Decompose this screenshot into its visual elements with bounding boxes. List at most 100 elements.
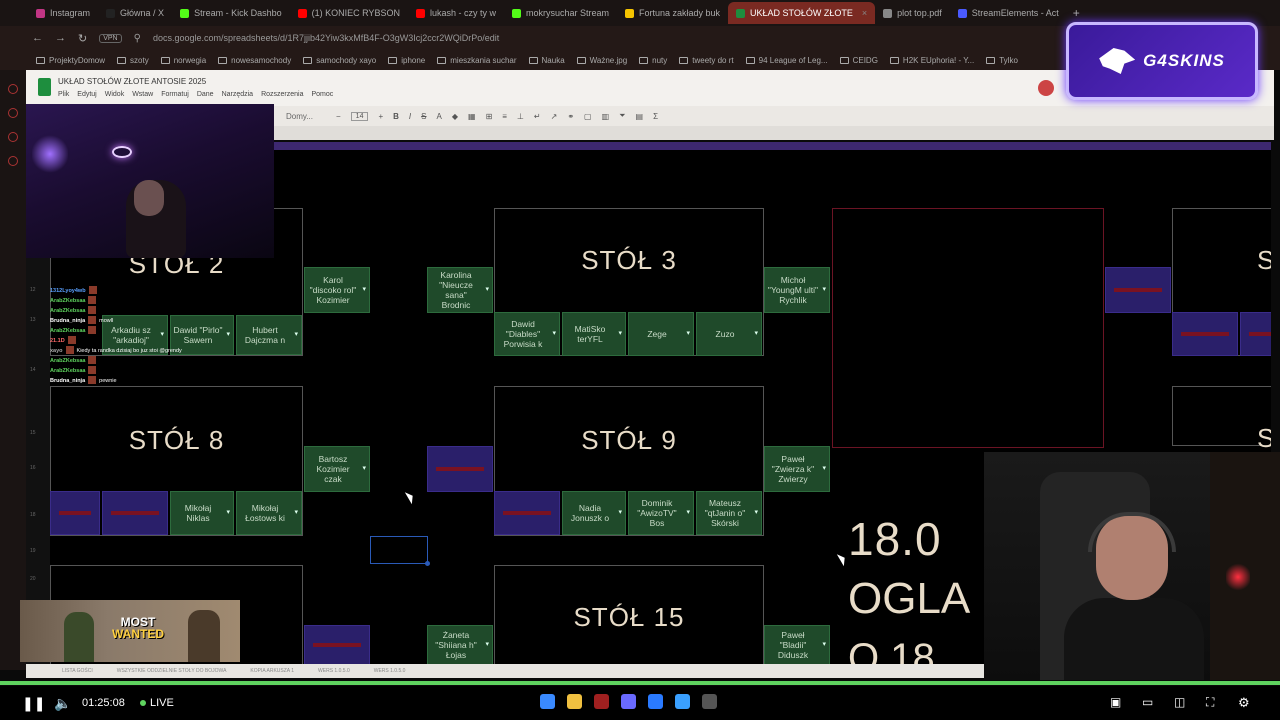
avatar[interactable] [1038,80,1054,96]
fullscreen-icon[interactable]: ⛶ [1206,695,1214,710]
browser-tab[interactable]: StreamElements - Act [950,2,1067,24]
empty-slot[interactable] [1105,267,1171,313]
bookmark[interactable]: Tylko [986,56,1018,65]
bookmark[interactable]: samochody xayo [303,56,376,65]
fill-color-icon[interactable]: ◆ [452,112,458,121]
browser-tab[interactable]: UKŁAD STOŁÓW ZŁOTE × [728,2,876,24]
browser-tab[interactable]: Instagram [28,2,98,24]
file-explorer-icon[interactable] [567,694,582,709]
filter-icon[interactable]: ⏷ [619,111,625,121]
sidebar-icon[interactable] [8,132,18,142]
bookmark[interactable]: tweety do rt [679,56,734,65]
chat-username[interactable]: xayo [50,346,63,356]
sheet-tab[interactable]: WERS 1.0.5.0 [318,668,350,674]
chat-username[interactable]: ArabZKebsaa [50,306,85,316]
player-chip[interactable]: Zuzo [696,312,762,356]
new-tab-icon[interactable]: + [1067,6,1086,20]
player-chip[interactable]: Zege [628,312,694,356]
browser-tab[interactable]: (1) KONIEC RYBSON [290,2,408,24]
app-icon[interactable] [648,694,663,709]
decrease-font-icon[interactable]: − [336,112,341,121]
browser-tab[interactable]: Stream - Kick Dashbo [172,2,290,24]
player-chip[interactable]: Żaneta "Shiiana h" Łojas [427,625,493,665]
menu-item[interactable]: Wstaw [132,91,153,98]
settings-gear-icon[interactable]: ⚙ [1238,695,1250,711]
windows-start-icon[interactable] [540,694,555,709]
bookmark[interactable]: nowesamochody [218,56,291,65]
empty-slot[interactable] [1240,312,1271,356]
player-chip[interactable]: Dominik "AwizoTV" Bos [628,491,694,535]
bookmark[interactable]: szoty [117,56,149,65]
url-field[interactable]: docs.google.com/spreadsheets/d/1R7jjib42… [153,33,499,43]
back-icon[interactable]: ← [32,32,43,44]
document-title[interactable]: UKŁAD STOŁÓW ZŁOTE ANTOSIE 2025 [58,77,206,86]
chat-username[interactable]: ArabZKebsaa [50,296,85,306]
sheets-logo-icon[interactable] [38,78,51,96]
chat-username[interactable]: Brudna_ninja [50,316,85,326]
align-icon[interactable]: ≡ [502,112,507,121]
browser-tab[interactable]: mokrysuchar Stream [504,2,617,24]
functions-icon[interactable]: Σ [653,112,658,121]
empty-slot[interactable] [102,491,168,535]
sheet-tab[interactable]: WERS 1.0.5.0 [374,668,406,674]
browser-tab[interactable]: lukash - czy ty w [408,2,504,24]
menu-item[interactable]: Formatuj [161,91,189,98]
sheet-tab[interactable]: LISTA GOŚCI [62,668,93,674]
menu-item[interactable]: Pomoc [312,91,334,98]
chat-username[interactable]: ArabZKebsaa [50,326,85,336]
chat-username[interactable]: 1312Lyoy4wb [50,286,86,296]
pause-icon[interactable]: ❚❚ [22,695,45,712]
rotate-icon[interactable]: ↗ [551,112,558,121]
sidebar-icon[interactable] [8,108,18,118]
bookmark[interactable]: Nauka [528,56,565,65]
player-chip[interactable]: Mikołaj Łostows ki [236,491,302,535]
comment-icon[interactable]: ▢ [584,112,592,121]
app-icon[interactable] [594,694,609,709]
player-chip[interactable]: Mateusz "qtJanin o" Skórski [696,491,762,535]
chat-username[interactable]: ArabZKebsaa [50,356,85,366]
text-color-icon[interactable]: A [437,112,442,121]
player-chip[interactable]: Dawid "Diables" Porwisia k [494,312,560,356]
sidebar-icon[interactable] [8,84,18,94]
merge-icon[interactable]: ⊞ [486,112,493,121]
chat-username[interactable]: 21.1D [50,336,65,346]
menu-item[interactable]: Rozszerzenia [261,91,303,98]
sheet-tab[interactable]: KOPIA ARKUSZA 1 [250,668,294,674]
link-icon[interactable]: ⚭ [567,112,574,121]
selected-cell[interactable] [370,536,430,566]
chat-username[interactable]: Brudna_ninja [50,376,85,386]
player-chip[interactable]: Michoł "YoungM ulti" Rychlik [764,267,830,313]
empty-slot[interactable] [304,625,370,665]
stream-progress-bar[interactable] [0,681,1280,685]
site-info-icon[interactable]: ⚲ [134,33,141,44]
player-chip[interactable]: MatiSko terYFL [562,312,626,356]
clip-icon[interactable]: ▣ [1110,695,1121,709]
menu-item[interactable]: Edytuj [77,91,96,98]
bookmark[interactable]: Ważne.jpg [576,56,627,65]
bookmark[interactable]: ProjektyDomow [36,56,105,65]
player-chip[interactable]: Nadia Jonuszk o [562,491,626,535]
chart-icon[interactable]: ▥ [602,112,610,121]
forward-icon[interactable]: → [55,32,66,44]
bookmark[interactable]: H2K EUphoria! - Y... [889,56,974,65]
empty-slot[interactable] [50,491,100,535]
miniplayer-icon[interactable]: ◫ [1174,695,1185,709]
menu-item[interactable]: Dane [197,91,214,98]
bookmark[interactable]: iphone [388,56,425,65]
volume-icon[interactable]: 🔈 [54,695,71,712]
reload-icon[interactable]: ↻ [78,32,87,45]
increase-font-icon[interactable]: + [378,112,383,121]
close-tab-icon[interactable]: × [862,8,867,18]
borders-icon[interactable]: ▦ [468,112,476,121]
valign-icon[interactable]: ⊥ [517,112,524,121]
player-chip[interactable]: Bartosz Kozimier czak [304,446,370,492]
wrap-icon[interactable]: ↵ [534,112,541,121]
player-chip[interactable]: Paweł "Zwierza k" Zwierzy [764,446,830,492]
browser-tab[interactable]: Fortuna zakłady buk [617,2,728,24]
menu-item[interactable]: Plik [58,91,69,98]
font-select[interactable]: Domy... [286,112,326,121]
empty-slot[interactable] [427,446,493,492]
app-icon[interactable] [675,694,690,709]
menu-item[interactable]: Widok [105,91,124,98]
player-chip[interactable]: Mikołaj Niklas [170,491,234,535]
